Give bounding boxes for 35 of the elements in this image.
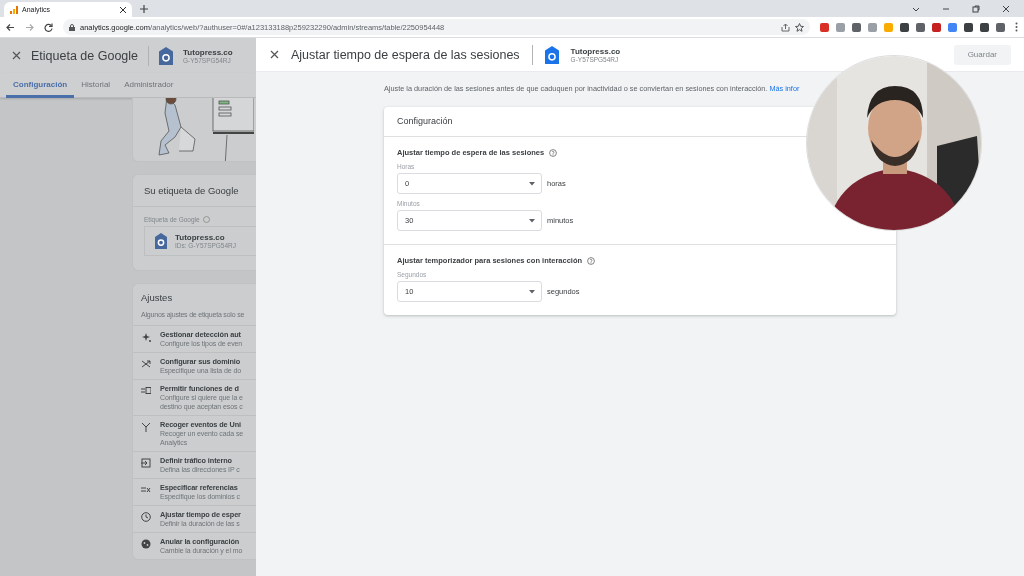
drawer-title: Ajustar tiempo de espera de las sesiones xyxy=(291,47,520,62)
caret-icon xyxy=(529,218,535,223)
tag-icon xyxy=(155,233,167,249)
tag-icon xyxy=(544,45,559,64)
filter-icon xyxy=(141,485,151,495)
more-icon[interactable] xyxy=(1015,22,1018,32)
crossing-arrows-icon xyxy=(141,359,151,369)
close-icon[interactable] xyxy=(1002,4,1010,13)
list-icon xyxy=(141,386,151,396)
back-icon[interactable] xyxy=(6,22,15,32)
caret-icon xyxy=(529,181,535,186)
reload-icon[interactable] xyxy=(44,22,53,32)
close-icon[interactable] xyxy=(120,6,126,13)
merge-icon xyxy=(141,422,151,432)
tag-name: Tutopress.co xyxy=(570,46,621,56)
caret-icon xyxy=(529,289,535,294)
restore-icon[interactable] xyxy=(972,4,980,13)
share-icon[interactable] xyxy=(781,22,790,32)
close-icon[interactable] xyxy=(270,50,279,59)
tag-icon xyxy=(159,46,174,65)
star-icon[interactable] xyxy=(795,22,804,32)
tag-name: Tutopress.co xyxy=(183,47,233,57)
panel-title: Etiqueta de Google xyxy=(31,48,139,63)
card-title: Ajustes xyxy=(141,292,174,303)
lock-icon xyxy=(69,23,75,31)
bar-chart-icon xyxy=(10,5,18,14)
clock-icon xyxy=(141,512,151,522)
login-icon xyxy=(141,458,151,468)
help-icon[interactable] xyxy=(549,148,558,157)
sparkle-icon xyxy=(141,332,151,342)
help-icon xyxy=(202,216,210,223)
cookie-icon xyxy=(141,539,151,549)
tag-name: Tutopress.co xyxy=(175,233,226,242)
help-icon[interactable] xyxy=(587,256,596,265)
plus-icon[interactable] xyxy=(140,5,148,13)
